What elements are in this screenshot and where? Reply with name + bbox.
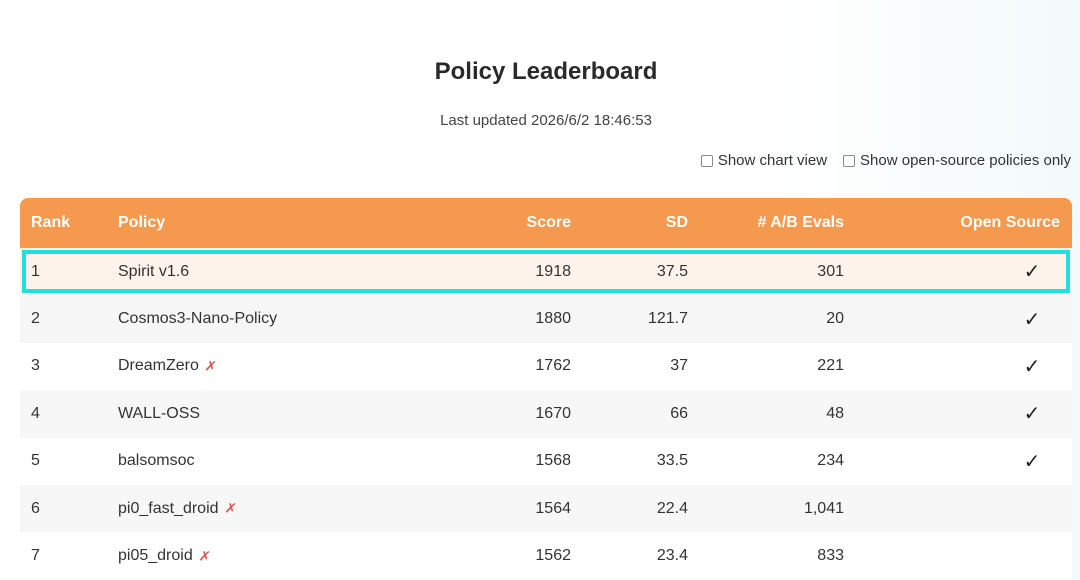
cell-sd: 37 xyxy=(670,357,688,375)
header-evals[interactable]: # A/B Evals xyxy=(688,214,844,232)
cell-score: 1670 xyxy=(535,404,571,422)
cell-open-source: ✓ xyxy=(844,401,1072,426)
cell-policy: DreamZero ✗ xyxy=(118,357,430,375)
view-toggles: Show chart view Show open-source policie… xyxy=(700,152,1071,169)
chart-view-label: Show chart view xyxy=(717,152,828,169)
cell-policy: Cosmos3-Nano-Policy xyxy=(118,310,430,328)
open-source-checkbox[interactable] xyxy=(843,154,856,167)
table-row[interactable]: 2 Cosmos3-Nano-Policy 1880 121.7 20 ✓ xyxy=(20,295,1072,343)
table-row[interactable]: 3 DreamZero ✗ 1762 37 221 ✓ xyxy=(20,342,1072,391)
cell-evals: 48 xyxy=(826,404,844,422)
open-source-label: Show open-source policies only xyxy=(860,152,1071,169)
header-open-source[interactable]: Open Source xyxy=(844,214,1072,232)
cell-open-source xyxy=(844,547,1072,565)
cell-rank: 2 xyxy=(31,310,40,328)
cell-sd: 66 xyxy=(670,404,688,422)
cell-evals: 1,041 xyxy=(803,499,844,517)
policy-name: DreamZero xyxy=(118,357,199,375)
cell-sd: 23.4 xyxy=(656,547,688,565)
table-row[interactable]: 5 balsomsoc 1568 33.5 234 ✓ xyxy=(20,437,1072,485)
cell-policy: pi05_droid ✗ xyxy=(118,547,430,565)
header-policy[interactable]: Policy xyxy=(118,214,430,232)
check-icon: ✓ xyxy=(1023,355,1041,378)
check-icon: ✓ xyxy=(1023,308,1041,331)
header-sd[interactable]: SD xyxy=(571,214,688,232)
table-row[interactable]: 6 pi0_fast_droid ✗ 1564 22.4 1,041 xyxy=(20,484,1072,533)
policy-name: Cosmos3-Nano-Policy xyxy=(118,310,278,328)
cell-open-source: ✓ xyxy=(844,259,1072,284)
cell-sd: 22.4 xyxy=(656,499,688,517)
leaderboard-table: Rank Policy Score SD # A/B Evals Open So… xyxy=(20,198,1072,580)
cell-sd: 121.7 xyxy=(647,310,688,328)
x-mark-icon: ✗ xyxy=(197,546,212,565)
cell-open-source: ✓ xyxy=(844,449,1072,474)
header-rank[interactable]: Rank xyxy=(20,214,118,232)
cell-policy: pi0_fast_droid ✗ xyxy=(118,499,430,518)
policy-name: pi0_fast_droid xyxy=(118,499,219,517)
cell-sd: 37.5 xyxy=(656,262,688,280)
chart-view-checkbox[interactable] xyxy=(700,154,713,167)
cell-open-source: ✓ xyxy=(844,354,1072,379)
cell-rank: 1 xyxy=(31,262,40,280)
open-source-toggle[interactable]: Show open-source policies only xyxy=(843,152,1071,169)
cell-open-source xyxy=(844,500,1072,518)
last-updated: Last updated 2026/6/2 18:46:53 xyxy=(440,112,652,129)
check-icon: ✓ xyxy=(1023,403,1041,426)
cell-score: 1918 xyxy=(535,262,571,280)
cell-score: 1562 xyxy=(535,547,571,565)
table-row[interactable]: 4 WALL-OSS 1670 66 48 ✓ xyxy=(20,390,1072,438)
x-mark-icon: ✗ xyxy=(203,357,218,375)
cell-rank: 7 xyxy=(31,547,40,565)
x-mark-icon: ✗ xyxy=(223,499,238,517)
policy-name: pi05_droid xyxy=(118,547,193,565)
policy-name: balsomsoc xyxy=(118,452,195,470)
cell-rank: 3 xyxy=(31,357,40,375)
cell-score: 1564 xyxy=(535,499,571,517)
chart-view-toggle[interactable]: Show chart view xyxy=(700,152,828,169)
cell-open-source: ✓ xyxy=(844,307,1072,332)
table-row[interactable]: 7 pi05_droid ✗ 1562 23.4 833 xyxy=(20,532,1072,580)
table-header: Rank Policy Score SD # A/B Evals Open So… xyxy=(20,198,1072,248)
cell-rank: 6 xyxy=(31,499,40,517)
cell-score: 1762 xyxy=(535,357,571,375)
table-row[interactable]: 1 Spirit v1.6 1918 37.5 301 ✓ xyxy=(20,248,1072,296)
cell-evals: 234 xyxy=(817,452,844,470)
cell-policy: WALL-OSS xyxy=(118,405,430,423)
policy-name: WALL-OSS xyxy=(118,404,201,422)
cell-evals: 833 xyxy=(817,547,844,565)
check-icon: ✓ xyxy=(1023,450,1041,473)
page-title: Policy Leaderboard xyxy=(434,58,658,85)
policy-name: Spirit v1.6 xyxy=(118,262,190,280)
cell-rank: 4 xyxy=(31,404,40,422)
cell-evals: 221 xyxy=(817,357,844,375)
header-score[interactable]: Score xyxy=(430,214,571,232)
cell-evals: 301 xyxy=(817,262,844,280)
cell-evals: 20 xyxy=(826,310,844,328)
cell-score: 1880 xyxy=(535,310,571,328)
cell-rank: 5 xyxy=(31,452,40,470)
cell-sd: 33.5 xyxy=(656,452,688,470)
cell-policy: Spirit v1.6 xyxy=(118,263,430,281)
cell-policy: balsomsoc xyxy=(118,452,430,470)
check-icon: ✓ xyxy=(1023,261,1041,284)
cell-score: 1568 xyxy=(535,452,571,470)
